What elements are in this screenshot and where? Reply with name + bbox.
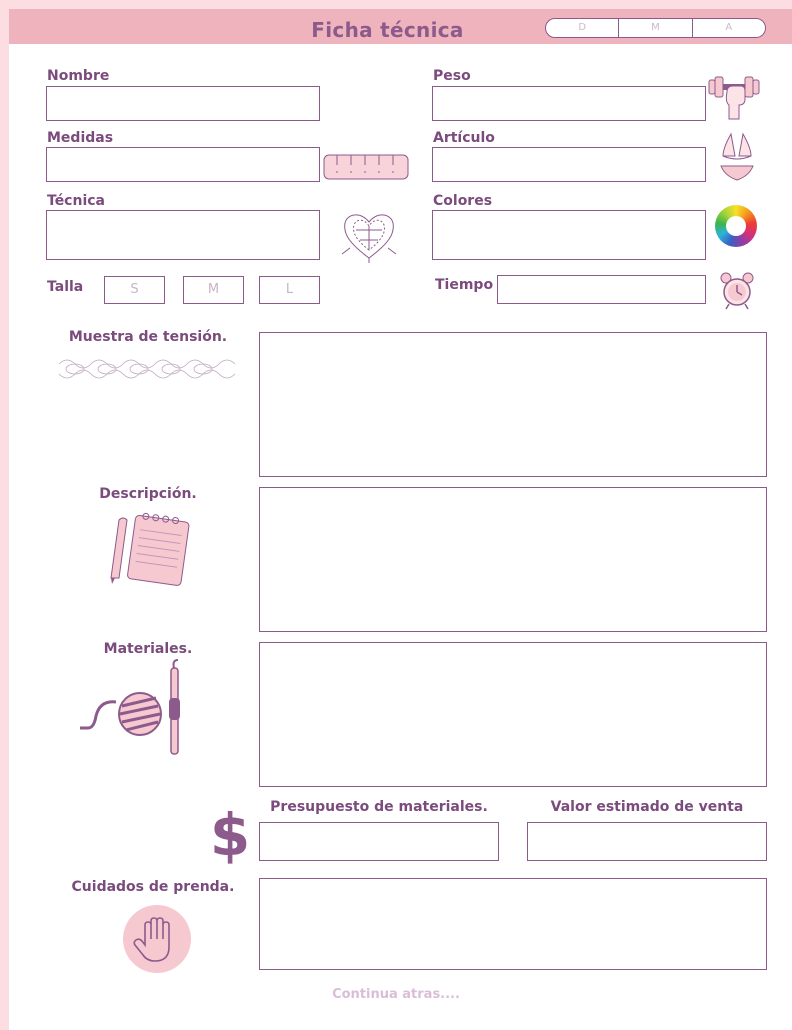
size-s-option[interactable]: S [104,276,165,304]
bikini-icon [720,132,754,181]
peso-field[interactable] [432,86,706,121]
yarn-hook-icon [80,659,180,755]
valor-field[interactable] [527,822,767,861]
cuidados-label: Cuidados de prenda. [71,879,235,895]
alarm-clock-icon [720,272,754,310]
materiales-label: Materiales. [103,641,193,657]
hand-icon [123,905,191,973]
continue-note: Continua atras.... [332,987,460,1002]
colores-label: Colores [433,193,493,209]
dollar-icon: $ [209,801,251,869]
tiempo-label: Tiempo [435,277,494,293]
braid-swatch-icon [58,359,235,379]
materiales-field[interactable] [259,642,767,787]
date-day[interactable]: D [546,19,618,37]
dumbbell-icon [708,76,760,120]
peso-label: Peso [433,68,471,84]
size-m-option[interactable]: M [183,276,244,304]
crochet-heart-icon [341,214,397,263]
medidas-field[interactable] [46,147,320,182]
pencil-notepad-icon [110,512,190,586]
muestra-label: Muestra de tensión. [68,329,228,345]
date-field[interactable]: D M A [545,18,766,38]
articulo-field[interactable] [432,147,706,182]
color-wheel-icon [715,205,757,247]
nombre-field[interactable] [46,86,320,121]
valor-label: Valor estimado de venta [550,799,744,815]
nombre-label: Nombre [47,68,110,84]
articulo-label: Artículo [433,130,495,146]
tiempo-field[interactable] [497,275,706,304]
tecnica-label: Técnica [47,193,105,209]
descripcion-label: Descripción. [99,486,197,502]
medidas-label: Medidas [47,130,114,146]
page-title: Ficha técnica [311,18,464,42]
tecnica-field[interactable] [46,210,320,260]
talla-label: Talla [47,279,84,295]
cuidados-field[interactable] [259,878,767,970]
descripcion-field[interactable] [259,487,767,632]
colores-field[interactable] [432,210,706,260]
presupuesto-field[interactable] [259,822,499,861]
ruler-icon [323,154,409,180]
presupuesto-label: Presupuesto de materiales. [270,799,488,815]
page: Ficha técnica D M A Nombre Peso Medidas … [0,0,792,1030]
date-year[interactable]: A [691,19,765,37]
date-month[interactable]: M [618,19,691,37]
size-l-option[interactable]: L [259,276,320,304]
muestra-field[interactable] [259,332,767,477]
